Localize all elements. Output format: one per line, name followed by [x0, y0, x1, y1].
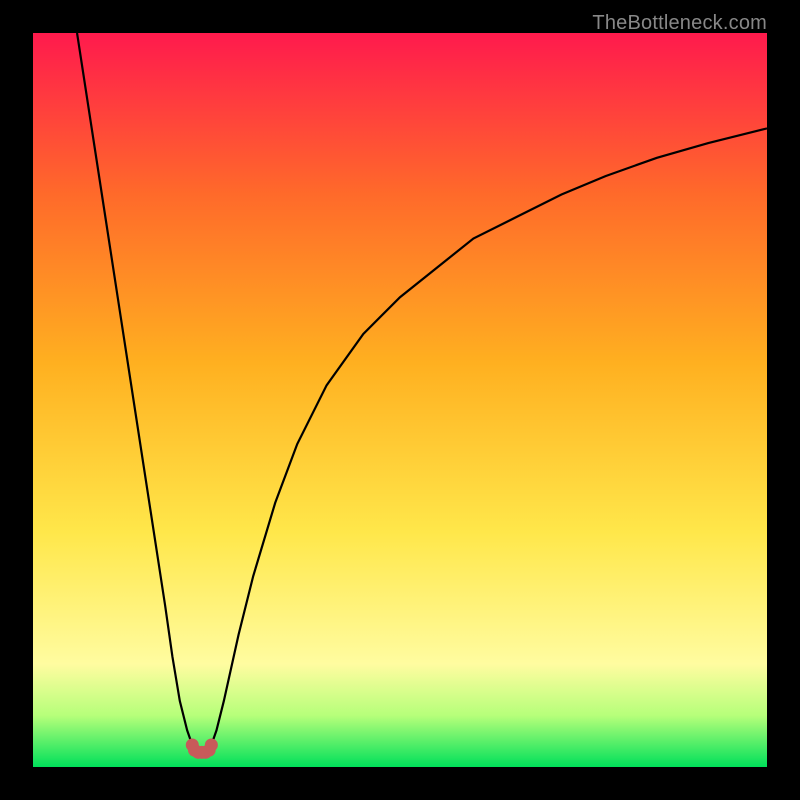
chart-plot-area [33, 33, 767, 767]
chart-svg [33, 33, 767, 767]
notch-dot [205, 738, 218, 751]
gradient-background [33, 33, 767, 767]
watermark: TheBottleneck.com [592, 12, 767, 35]
